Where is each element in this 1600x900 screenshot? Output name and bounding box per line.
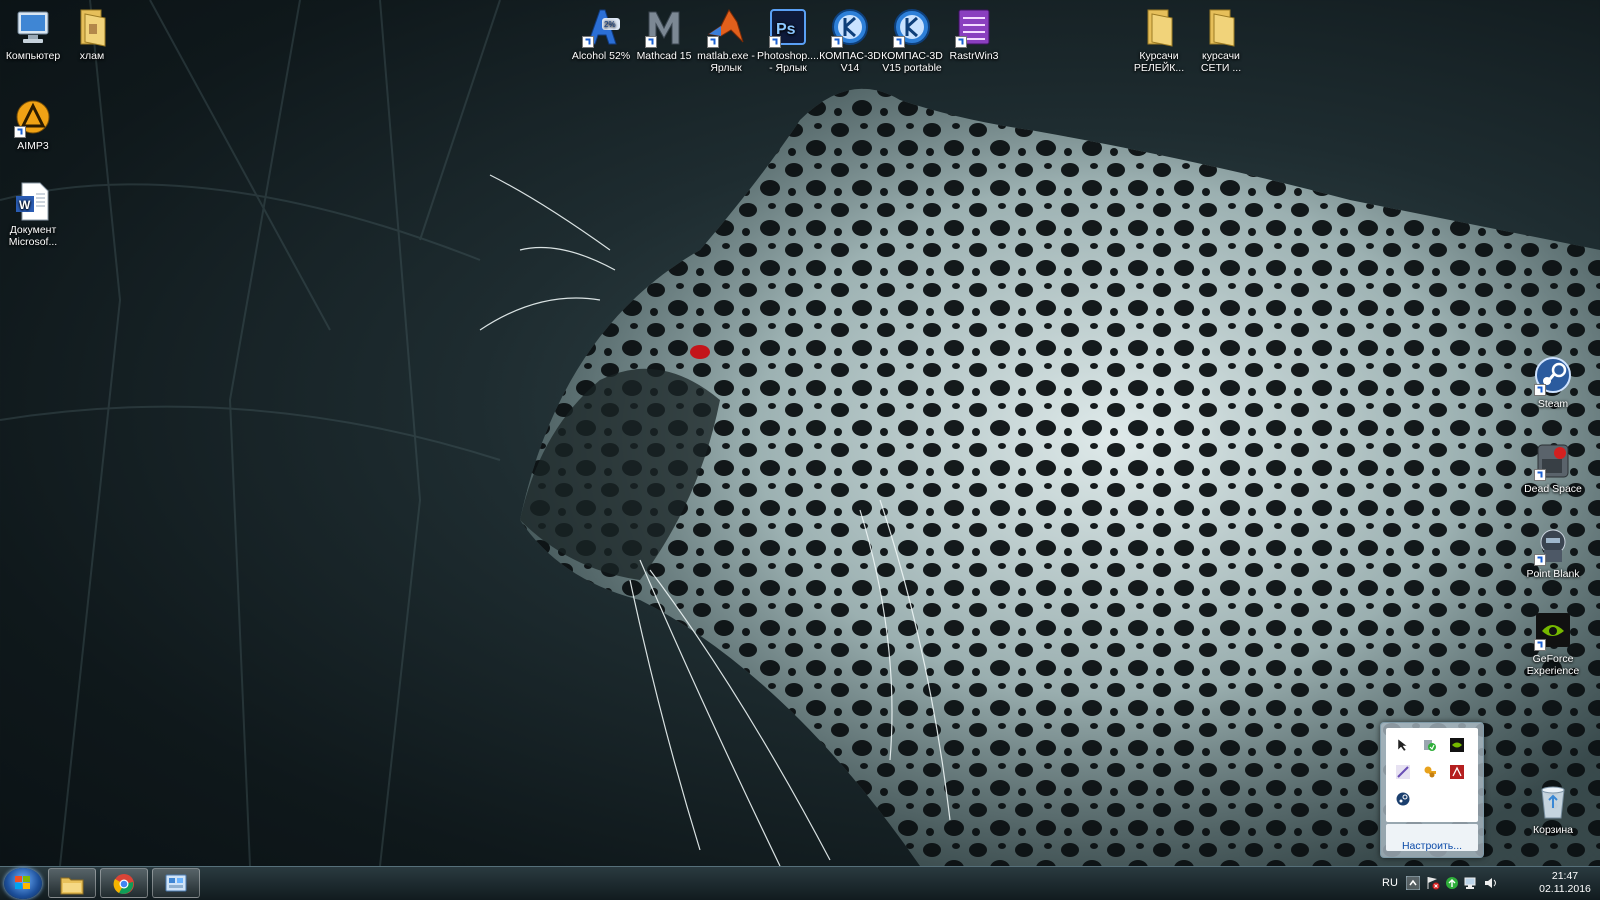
folder-icon [1138, 6, 1180, 48]
desktop-icon-rastrwin[interactable]: RastrWin3 [941, 6, 1007, 62]
shortcut-arrow-icon [1534, 384, 1546, 396]
svg-text:2%: 2% [604, 20, 616, 29]
recycle-bin-icon [1532, 780, 1574, 822]
update-icon[interactable] [1445, 876, 1459, 890]
shortcut-arrow-icon [769, 36, 781, 48]
show-hidden-icons-button[interactable] [1405, 875, 1421, 891]
desktop-icon-geforce[interactable]: GeForce Experience [1520, 609, 1586, 677]
system-tray: RU 21:47 02.11.2016 [1360, 867, 1600, 900]
language-indicator[interactable]: RU [1382, 877, 1398, 889]
shortcut-arrow-icon [1534, 554, 1546, 566]
svg-text:W: W [19, 198, 31, 212]
desktop-icon-mathcad[interactable]: Mathcad 15 [631, 6, 697, 62]
nvidia-tray-icon[interactable] [1450, 738, 1464, 752]
desktop-icon-recycle[interactable]: Корзина [1520, 780, 1586, 836]
shortcut-arrow-icon [14, 126, 26, 138]
shortcut-arrow-icon [893, 36, 905, 48]
desktop-icon-steam[interactable]: Steam [1520, 354, 1586, 410]
shortcut-arrow-icon [707, 36, 719, 48]
keys-icon[interactable] [1423, 765, 1437, 779]
network-icon[interactable] [1464, 876, 1478, 890]
shortcut-arrow-icon [831, 36, 843, 48]
desktop-icon-pointblank[interactable]: Point Blank [1520, 524, 1586, 580]
cursor-tool-icon[interactable] [1396, 738, 1410, 752]
pen-icon[interactable] [1396, 765, 1410, 779]
steam-tray-icon[interactable] [1396, 792, 1410, 806]
windows-logo-icon [15, 876, 31, 891]
shield-check-icon[interactable] [1423, 738, 1437, 752]
clock-time: 21:47 [1551, 870, 1579, 882]
action-center-icon[interactable] [1426, 876, 1440, 890]
desktop-icon-kursachi-rele[interactable]: Курсачи РЕЛЕЙК... [1126, 6, 1192, 74]
shortcut-arrow-icon [955, 36, 967, 48]
start-button[interactable] [4, 868, 42, 899]
shortcut-arrow-icon [1534, 469, 1546, 481]
acrobat-icon[interactable] [1450, 765, 1464, 779]
folder-icon [1200, 6, 1242, 48]
desktop-icon-hlam[interactable]: хлам [59, 6, 125, 62]
computer-icon [12, 6, 54, 48]
desktop-icon-alcohol[interactable]: 2% Alcohol 52% [568, 6, 634, 62]
desktop-icon-kompas14[interactable]: КОМПАС-3D V14 [817, 6, 883, 74]
word-document-icon: W [12, 180, 54, 222]
volume-icon[interactable] [1484, 876, 1498, 890]
desktop-icon-deadspace[interactable]: Dead Space [1520, 439, 1586, 495]
desktop-icon-computer[interactable]: Компьютер [0, 6, 66, 62]
clock[interactable]: 21:47 02.11.2016 [1536, 870, 1594, 896]
desktop-icon-kursachi-seti[interactable]: курсачи СЕТИ ... [1188, 6, 1254, 74]
folder-icon [71, 6, 113, 48]
tray-overflow-popup: Настроить... [1380, 722, 1484, 858]
desktop-icon-word-doc[interactable]: W Документ Microsof... [0, 180, 66, 248]
taskbar-explorer-button[interactable] [48, 868, 96, 898]
desktop-icon-photoshop[interactable]: Ps Photoshop.... - Ярлык [755, 6, 821, 74]
customize-link[interactable]: Настроить... [1381, 840, 1483, 852]
shortcut-arrow-icon [582, 36, 594, 48]
desktop-icon-aimp[interactable]: AIMP3 [0, 96, 66, 152]
desktop-wallpaper [0, 0, 1600, 866]
taskbar-control-panel-button[interactable] [152, 868, 200, 898]
desktop-icon-kompas15[interactable]: КОМПАС-3D V15 portable [879, 6, 945, 74]
taskbar-chrome-button[interactable] [100, 868, 148, 898]
desktop-icon-matlab[interactable]: matlab.exe - Ярлык [693, 6, 759, 74]
shortcut-arrow-icon [1534, 639, 1546, 651]
taskbar: RU 21:47 02.11.2016 [0, 866, 1600, 900]
shortcut-arrow-icon [645, 36, 657, 48]
tray-overflow-icons [1386, 728, 1478, 822]
clock-date: 02.11.2016 [1539, 883, 1591, 895]
